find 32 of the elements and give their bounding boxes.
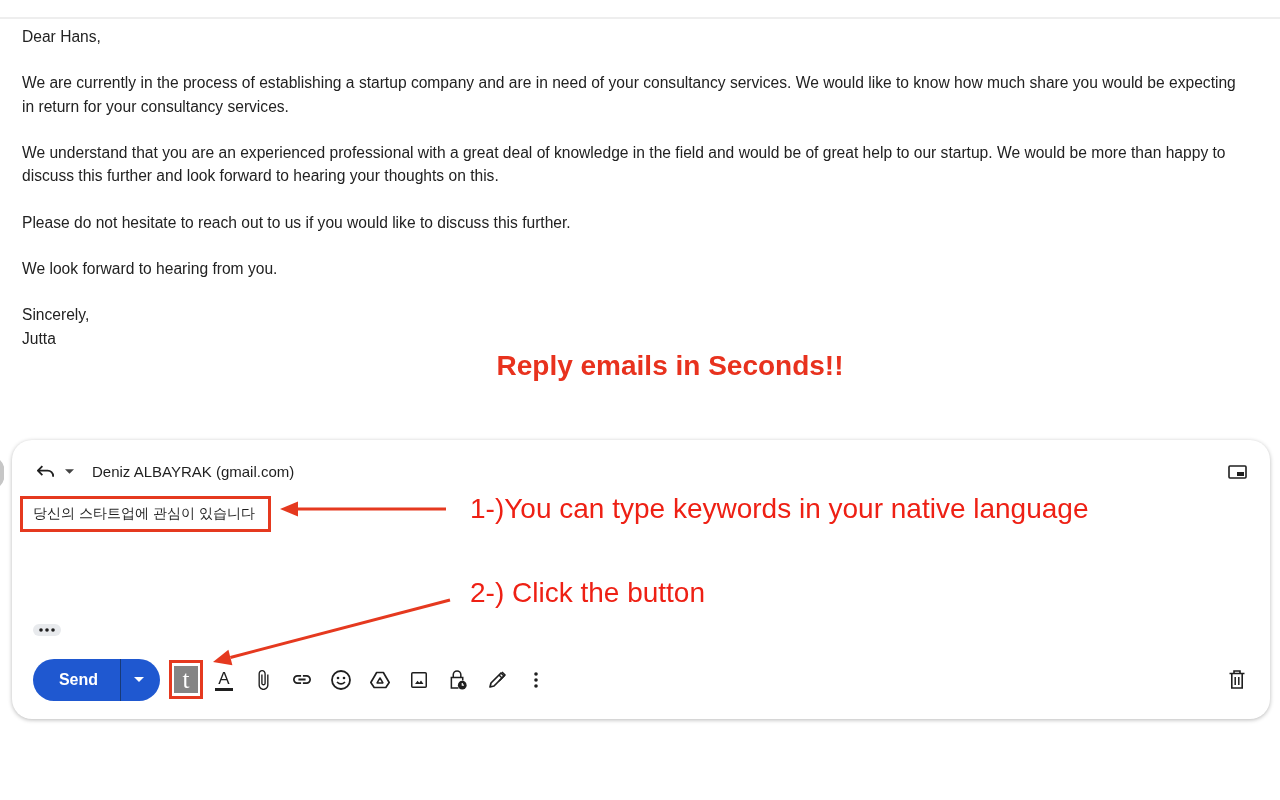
more-vertical-icon[interactable]: [534, 671, 538, 688]
promo-headline: Reply emails in Seconds!!: [496, 350, 844, 381]
ellipsis-icon[interactable]: [33, 623, 61, 636]
smiley-icon[interactable]: [331, 669, 351, 690]
paperclip-icon[interactable]: [257, 669, 269, 690]
link-icon[interactable]: [292, 675, 312, 685]
extension-button[interactable]: t: [174, 666, 198, 694]
caret-icon: [134, 677, 144, 683]
image-icon[interactable]: [411, 671, 427, 688]
caret-icon[interactable]: [65, 469, 74, 475]
closing-line: Sincerely,: [22, 305, 91, 326]
body-paragraph: We are currently in the process of establishing a startup company and are in need of your consultancy services. We would like to know how much share you would be expecting in return for your consultancy services.: [22, 73, 1237, 117]
pen-icon[interactable]: [487, 670, 507, 690]
send-button[interactable]: Send: [33, 658, 121, 701]
recipient-name: Deniz ALBAYRAK (gmail.com): [92, 461, 295, 482]
avatar-icon: [0, 460, 4, 486]
annotation-text: 1-)You can type keywords in your native language: [470, 493, 1089, 524]
lock-clock-icon[interactable]: [449, 669, 467, 691]
window-icon[interactable]: [1228, 464, 1247, 479]
trash-icon[interactable]: [1229, 670, 1245, 690]
body-paragraph: We understand that you are an experienced professional with a great deal of knowledge in the field and would be of great help to our startup. We would be more than happy to discuss this further and look forward to hearing your thoughts on this.: [22, 143, 1227, 187]
reply-icon[interactable]: [37, 465, 54, 479]
message-body-field[interactable]: 당신의 스타트업에 관심이 있습니다: [20, 491, 455, 620]
body-paragraph: We look forward to hearing from you.: [22, 258, 279, 279]
annotation-text: 2-) Click the button: [470, 577, 705, 608]
triangle-icon[interactable]: [370, 670, 390, 689]
greeting-text: Dear Hans,: [22, 27, 102, 47]
body-paragraph: Please do not hesitate to reach out to us if you would like to discuss this further.: [22, 212, 572, 233]
send-options-button[interactable]: [121, 658, 160, 701]
text-format-button[interactable]: A: [215, 669, 233, 691]
message-text: 당신의 스타트업에 관심이 있습니다: [33, 504, 255, 524]
signature-name: Jutta: [22, 328, 57, 349]
